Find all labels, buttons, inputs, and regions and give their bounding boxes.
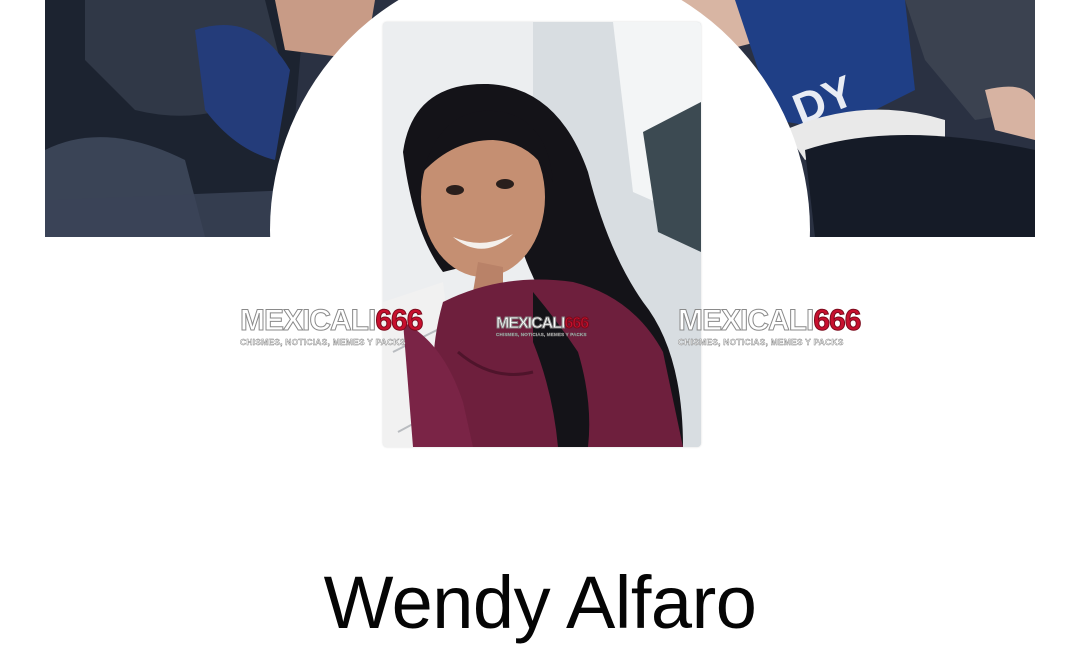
avatar[interactable]	[383, 22, 701, 447]
watermark-center: MEXICALI666 CHISMES, NOTICIAS, MEMES Y P…	[495, 315, 590, 338]
watermark-brand-text: MEXICALI	[495, 315, 565, 332]
watermark-tagline: CHISMES, NOTICIAS, MEMES Y PACKS	[678, 337, 844, 347]
watermark-brand-number: 666	[813, 304, 862, 337]
watermark-brand-number: 666	[375, 304, 424, 337]
watermark-tagline: CHISMES, NOTICIAS, MEMES Y PACKS	[496, 332, 587, 337]
watermark-brand: MEXICALI666	[677, 304, 861, 337]
avatar-image	[383, 22, 701, 447]
watermark-left: MEXICALI666 CHISMES, NOTICIAS, MEMES Y P…	[239, 304, 423, 347]
watermark-brand: MEXICALI666	[239, 304, 423, 337]
watermark-right: MEXICALI666 CHISMES, NOTICIAS, MEMES Y P…	[677, 304, 861, 347]
watermark-brand: MEXICALI666	[495, 315, 590, 332]
watermark-tagline: CHISMES, NOTICIAS, MEMES Y PACKS	[240, 337, 406, 347]
watermark-brand-number: 666	[564, 315, 590, 332]
profile-page: DY MEXICALI666 CHISMES, NOTICIAS, MEMES …	[0, 0, 1080, 660]
watermark-brand-text: MEXICALI	[239, 304, 376, 337]
profile-name: Wendy Alfaro	[323, 561, 757, 644]
watermark-brand-text: MEXICALI	[677, 304, 814, 337]
